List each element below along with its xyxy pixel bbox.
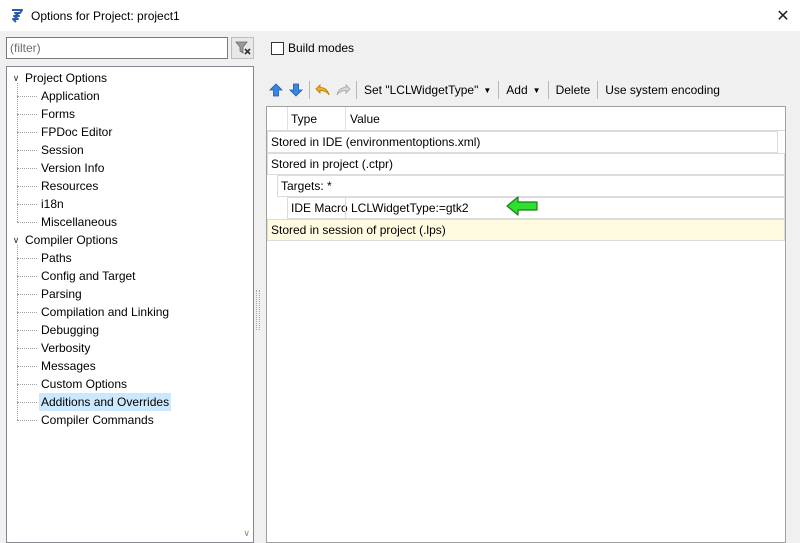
- arrow-up-icon: [269, 83, 283, 97]
- redo-icon: [336, 84, 351, 96]
- targets-label: Targets: *: [281, 179, 332, 193]
- tree-group-0[interactable]: Project Options: [23, 69, 109, 87]
- group-label: Stored in IDE (environmentoptions.xml): [271, 135, 481, 149]
- tree-connector: [17, 204, 37, 205]
- tree-connector: [17, 330, 37, 331]
- toolbar-separator: [597, 81, 599, 99]
- build-modes-checkbox[interactable]: Build modes: [271, 40, 354, 56]
- arrow-down-icon: [289, 83, 303, 97]
- chevron-down-icon[interactable]: ∨: [11, 73, 21, 83]
- tree-connector: [17, 83, 18, 222]
- tree-item[interactable]: Additions and Overrides: [39, 393, 172, 411]
- move-up-button[interactable]: [266, 79, 286, 101]
- group-label: Stored in session of project (.lps): [271, 223, 446, 237]
- tree-connector: [17, 402, 37, 403]
- tree-item[interactable]: Forms: [39, 105, 77, 123]
- tree-item[interactable]: Verbosity: [39, 339, 92, 357]
- close-button[interactable]: ✕: [766, 0, 800, 31]
- scroll-down-icon[interactable]: ∨: [243, 528, 250, 539]
- group-label: Stored in project (.ctpr): [271, 157, 394, 171]
- tree-connector: [17, 258, 37, 259]
- toolbar-separator: [498, 81, 500, 99]
- chevron-down-icon: ▼: [532, 85, 541, 95]
- tree-connector: [17, 245, 18, 420]
- tree-connector: [17, 96, 37, 97]
- cell-separator: [345, 198, 346, 218]
- tree-item[interactable]: Application: [39, 87, 102, 105]
- tree-connector: [17, 348, 37, 349]
- add-label: Add: [506, 83, 528, 97]
- filter-placeholder: (filter): [10, 41, 41, 55]
- lazarus-icon: [12, 8, 23, 23]
- tree-item[interactable]: Paths: [39, 249, 74, 267]
- tree-connector: [17, 150, 37, 151]
- tree-item[interactable]: Messages: [39, 357, 98, 375]
- build-modes-label: Build modes: [288, 41, 355, 55]
- tree-connector: [17, 114, 37, 115]
- chevron-down-icon[interactable]: ∨: [11, 235, 21, 245]
- move-down-button[interactable]: [286, 79, 306, 101]
- panel-splitter[interactable]: [256, 290, 260, 330]
- tree-item[interactable]: Session: [39, 141, 86, 159]
- overrides-grid[interactable]: Type Value Stored in IDE (environmentopt…: [266, 106, 786, 543]
- build-modes-check[interactable]: [271, 41, 284, 55]
- toolbar-separator: [547, 81, 549, 99]
- tree-connector: [17, 420, 37, 421]
- tree-item[interactable]: Custom Options: [39, 375, 129, 393]
- grid-header: Type Value: [267, 107, 785, 131]
- chevron-down-icon: ▼: [483, 85, 492, 95]
- header-separator: [287, 107, 288, 131]
- group-row-ide[interactable]: Stored in IDE (environmentoptions.xml): [267, 131, 778, 153]
- system-encoding-label: Use system encoding: [605, 83, 720, 97]
- undo-icon: [315, 84, 330, 96]
- tree-item[interactable]: Miscellaneous: [39, 213, 119, 231]
- undo-button[interactable]: [313, 79, 333, 101]
- delete-label: Delete: [555, 83, 591, 97]
- tree-connector: [17, 312, 37, 313]
- set-widget-type-button[interactable]: Set "LCLWidgetType" ▼: [360, 79, 495, 101]
- filter-input[interactable]: (filter): [6, 37, 228, 59]
- macro-value-cell: LCLWidgetType:=gtk2: [351, 201, 469, 215]
- add-button[interactable]: Add ▼: [502, 79, 544, 101]
- tree-item[interactable]: i18n: [39, 195, 66, 213]
- toolbar-separator: [309, 81, 310, 99]
- tree-item[interactable]: Resources: [39, 177, 100, 195]
- column-header-type[interactable]: Type: [291, 107, 317, 131]
- group-row-project[interactable]: Stored in project (.ctpr): [267, 153, 785, 175]
- green-arrow-icon: [506, 196, 538, 216]
- window-title: Options for Project: project1: [31, 8, 180, 23]
- column-header-value[interactable]: Value: [350, 107, 380, 131]
- tree-connector: [17, 276, 37, 277]
- tree-connector: [17, 186, 37, 187]
- tree-group-1[interactable]: Compiler Options: [23, 231, 120, 249]
- tree-connector: [17, 168, 37, 169]
- title-bar: Options for Project: project1 ✕: [0, 0, 800, 31]
- tree-connector: [17, 294, 37, 295]
- toolbar-separator: [356, 81, 357, 99]
- tree-item[interactable]: Version Info: [39, 159, 106, 177]
- tree-item[interactable]: Compiler Commands: [39, 411, 156, 429]
- tree-item[interactable]: Parsing: [39, 285, 84, 303]
- tree-connector: [17, 384, 37, 385]
- macro-type-cell: IDE Macro: [291, 201, 348, 215]
- close-icon[interactable]: ✕: [776, 6, 789, 26]
- targets-row[interactable]: Targets: *: [277, 175, 785, 197]
- system-encoding-button[interactable]: Use system encoding: [601, 79, 724, 101]
- tree-item[interactable]: Debugging: [39, 321, 101, 339]
- tree-item[interactable]: Compilation and Linking: [39, 303, 171, 321]
- delete-button[interactable]: Delete: [552, 79, 595, 101]
- clear-filter-button[interactable]: [231, 37, 254, 59]
- set-widget-type-label: Set "LCLWidgetType": [364, 83, 479, 97]
- tree-item[interactable]: FPDoc Editor: [39, 123, 114, 141]
- options-tree[interactable]: ∨ Project Options Application Forms FPDoc Ed…: [6, 66, 254, 543]
- redo-button[interactable]: [333, 79, 353, 101]
- tree-connector: [17, 366, 37, 367]
- tree-connector: [17, 132, 37, 133]
- tree-item[interactable]: Config and Target: [39, 267, 138, 285]
- tree-connector: [17, 222, 37, 223]
- clear-filter-icon: [234, 41, 251, 55]
- header-separator: [345, 107, 346, 131]
- overrides-toolbar: Set "LCLWidgetType" ▼ Add ▼ Delete Use s…: [266, 78, 800, 102]
- group-row-session[interactable]: Stored in session of project (.lps): [267, 219, 785, 241]
